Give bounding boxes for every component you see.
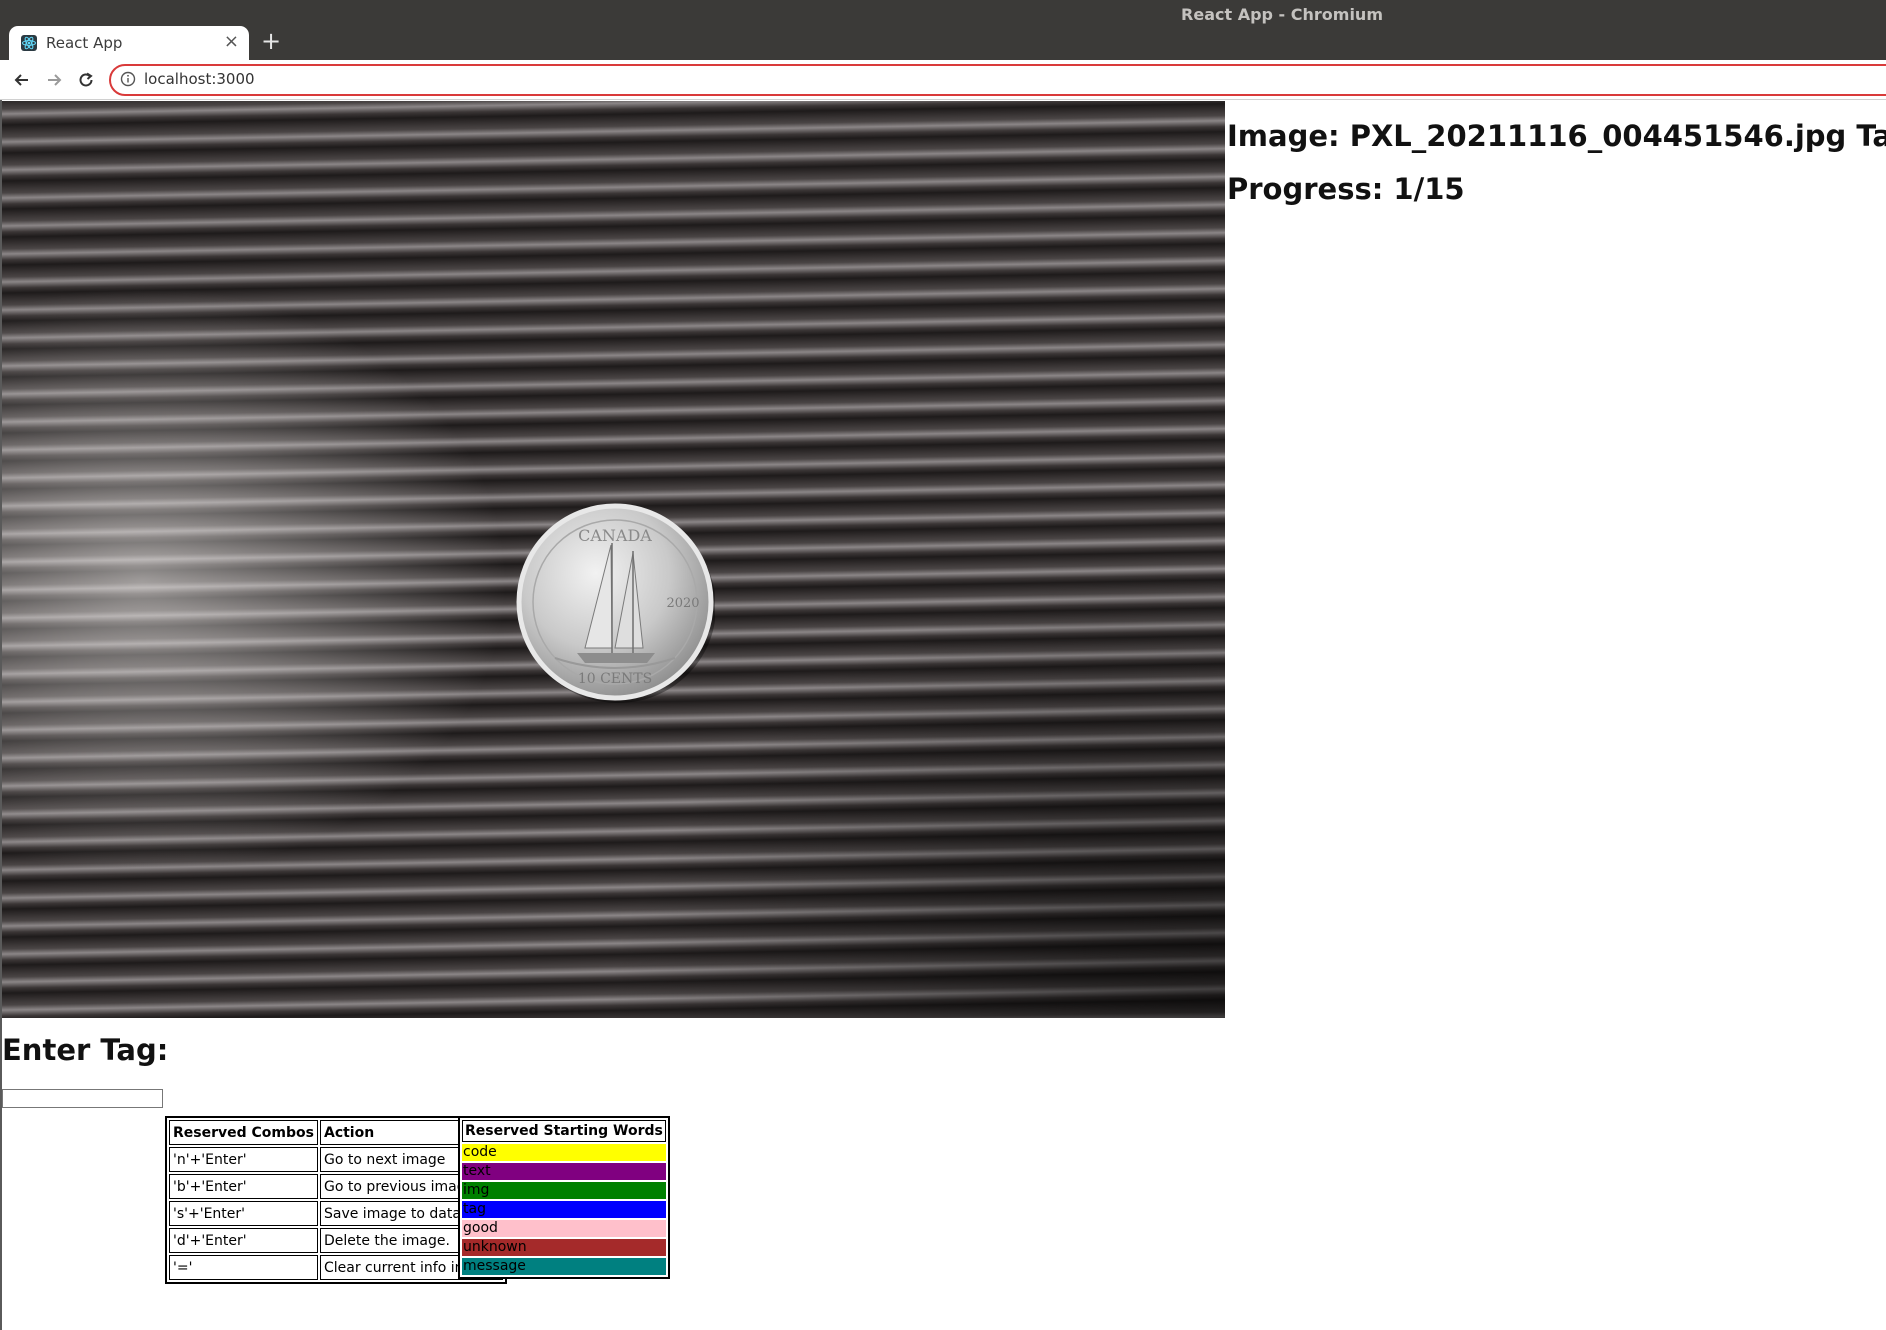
combo-cell: 'b'+'Enter'	[169, 1174, 318, 1199]
coin-image: CANADA 2020 10 CENTS	[516, 503, 715, 703]
tag-input[interactable]	[2, 1089, 163, 1108]
combo-cell: '='	[169, 1255, 318, 1280]
forward-button[interactable]	[40, 66, 68, 94]
words-header: Reserved Starting Words	[462, 1120, 666, 1142]
word-message: message	[462, 1258, 666, 1275]
tab-react-app[interactable]: React App ×	[9, 26, 249, 60]
page-content: CANADA 2020 10 CENTS Image: PXL_20211116…	[0, 100, 1886, 1330]
window-title: React App - Chromium	[1181, 5, 1383, 24]
coin-denomination-text: 10 CENTS	[578, 671, 652, 687]
image-filename-heading: Image: PXL_20211116_004451546.jpg Tags:	[1227, 119, 1886, 153]
table-row: 'b'+'Enter' Go to previous image.	[169, 1174, 503, 1199]
table-row: message	[462, 1258, 666, 1275]
word-code: code	[462, 1144, 666, 1161]
combo-cell: 'n'+'Enter'	[169, 1147, 318, 1172]
word-good: good	[462, 1220, 666, 1237]
coin-year-text: 2020	[666, 596, 699, 611]
tab-close-icon[interactable]: ×	[224, 31, 239, 52]
word-tag: tag	[462, 1201, 666, 1218]
combo-cell: 's'+'Enter'	[169, 1201, 318, 1226]
enter-tag-label: Enter Tag:	[2, 1033, 169, 1067]
url-text: localhost:3000	[144, 70, 255, 88]
navigation-bar: localhost:3000	[0, 60, 1886, 100]
combos-header-row: Reserved Combos Action	[169, 1120, 503, 1145]
table-row: code	[462, 1144, 666, 1161]
table-row: '=' Clear current info in bar	[169, 1255, 503, 1280]
words-header-row: Reserved Starting Words	[462, 1120, 666, 1142]
coin-country-text: CANADA	[578, 526, 652, 545]
table-row: 'n'+'Enter' Go to next image	[169, 1147, 503, 1172]
reserved-combos-table: Reserved Combos Action 'n'+'Enter' Go to…	[165, 1116, 507, 1284]
table-row: 's'+'Enter' Save image to database.	[169, 1201, 503, 1226]
progress-heading: Progress: 1/15	[1227, 172, 1465, 206]
reserved-words-table: Reserved Starting Words code text img ta…	[458, 1116, 670, 1279]
browser-titlebar: React App - Chromium React App × + local…	[0, 0, 1886, 100]
combo-cell: 'd'+'Enter'	[169, 1228, 318, 1253]
table-row: tag	[462, 1201, 666, 1218]
react-logo-icon	[21, 35, 37, 51]
reload-button[interactable]	[72, 66, 100, 94]
back-arrow-icon	[14, 74, 28, 86]
word-img: img	[462, 1182, 666, 1199]
table-row: unknown	[462, 1239, 666, 1256]
table-row: 'd'+'Enter' Delete the image.	[169, 1228, 503, 1253]
tab-title: React App	[46, 34, 123, 52]
table-row: text	[462, 1163, 666, 1180]
reload-icon	[79, 72, 93, 87]
image-info: Image: PXL_20211116_004451546.jpg Tags: …	[1227, 110, 1886, 216]
address-bar[interactable]: localhost:3000	[109, 64, 1886, 96]
word-text: text	[462, 1163, 666, 1180]
tagged-photo: CANADA 2020 10 CENTS	[2, 101, 1225, 1018]
combos-header-combo: Reserved Combos	[169, 1120, 318, 1145]
back-button[interactable]	[8, 66, 36, 94]
table-row: img	[462, 1182, 666, 1199]
new-tab-button[interactable]: +	[261, 29, 281, 53]
forward-arrow-icon	[48, 74, 62, 86]
table-row: good	[462, 1220, 666, 1237]
info-icon[interactable]	[120, 71, 136, 87]
word-unknown: unknown	[462, 1239, 666, 1256]
